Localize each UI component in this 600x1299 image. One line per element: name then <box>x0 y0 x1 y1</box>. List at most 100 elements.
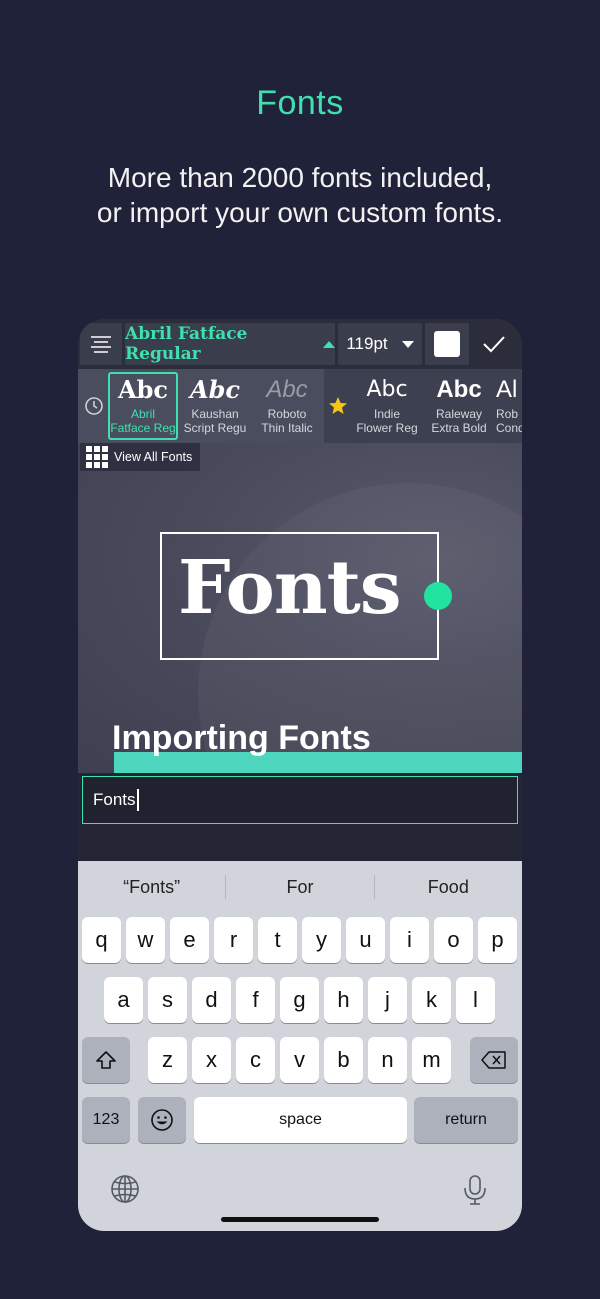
font-tile-name: Kaushan <box>191 407 239 421</box>
font-name-label: Abril Fatface Regular <box>125 324 248 364</box>
key[interactable]: m <box>412 1037 451 1083</box>
space-key[interactable]: space <box>194 1097 407 1143</box>
suggestion-item[interactable]: “Fonts” <box>78 877 225 898</box>
recent-fonts-group: Abc Abril Fatface Reg Abc Kaushan Script… <box>78 369 324 443</box>
key-row-2: a s d f g h j k l <box>78 977 522 1023</box>
key[interactable]: h <box>324 977 363 1023</box>
done-button[interactable] <box>472 323 516 365</box>
checkmark-icon <box>483 336 505 353</box>
font-tile-raleway[interactable]: Abc Raleway Extra Bold <box>424 372 494 440</box>
recent-clock-icon[interactable] <box>80 396 108 416</box>
font-tile-name: Fatface Reg <box>110 421 176 435</box>
font-tile-name: Thin Italic <box>261 421 313 435</box>
key-row-1: q w e r t y u i o p <box>78 917 522 963</box>
key-row-4: 123 space return <box>78 1097 522 1143</box>
key[interactable]: o <box>434 917 473 963</box>
font-size-button[interactable]: 119pt <box>338 323 422 365</box>
numbers-key[interactable]: 123 <box>82 1097 130 1143</box>
phone-screen: Abril Fatface Regular 119pt Abc Abril Fa… <box>78 319 522 1231</box>
font-tile-name: Abril <box>130 407 155 421</box>
font-tile-name: Indie <box>373 407 401 421</box>
key[interactable]: x <box>192 1037 231 1083</box>
font-tile-name: Raleway <box>435 407 483 421</box>
font-tile-indie-flower[interactable]: Abc Indie Flower Reg <box>352 372 422 440</box>
key[interactable]: e <box>170 917 209 963</box>
font-selector-button[interactable]: Abril Fatface Regular <box>125 323 335 365</box>
font-strip: Abc Abril Fatface Reg Abc Kaushan Script… <box>78 369 522 443</box>
key[interactable]: w <box>126 917 165 963</box>
key-row-3: z x c v b n m <box>78 1037 522 1083</box>
canvas-main-text[interactable]: Fonts <box>178 545 401 631</box>
favorites-star-icon[interactable] <box>324 396 352 416</box>
view-all-fonts-button[interactable]: View All Fonts <box>80 443 201 471</box>
font-sample: Abc <box>189 375 240 404</box>
key[interactable]: u <box>346 917 385 963</box>
shift-key[interactable] <box>82 1037 130 1083</box>
text-input-area: Fonts <box>78 773 522 861</box>
shift-icon <box>96 1051 116 1069</box>
microphone-icon[interactable] <box>462 1174 488 1211</box>
font-sample: Al <box>496 376 518 403</box>
emoji-icon <box>151 1109 173 1131</box>
font-tile-name: Rob <box>496 407 519 421</box>
font-tile-name: Script Regu <box>183 421 247 435</box>
font-tile-name: Flower Reg <box>356 421 418 435</box>
font-size-label: 119pt <box>346 334 388 353</box>
key[interactable]: g <box>280 977 319 1023</box>
importing-fonts-text[interactable]: Importing Fonts <box>112 719 371 758</box>
key[interactable]: f <box>236 977 275 1023</box>
promo-subtitle-line2: or import your own custom fonts. <box>96 197 504 228</box>
font-tile-roboto-thin[interactable]: Abc Roboto Thin Italic <box>252 372 322 440</box>
font-tile-name: Extra Bold <box>431 421 487 435</box>
home-indicator[interactable] <box>221 1217 379 1222</box>
key[interactable]: k <box>412 977 451 1023</box>
suggestion-bar: “Fonts” For Food <box>78 861 522 913</box>
text-input-value: Fonts <box>93 790 136 809</box>
suggestion-item[interactable]: Food <box>375 877 522 898</box>
font-tile-roboto-condensed[interactable]: Al Rob Cond <box>496 372 522 440</box>
emoji-key[interactable] <box>138 1097 186 1143</box>
key[interactable]: l <box>456 977 495 1023</box>
caret-down-icon <box>401 340 414 348</box>
key[interactable]: j <box>368 977 407 1023</box>
design-canvas[interactable]: Importing Fonts Fonts <box>78 443 522 773</box>
color-swatch <box>434 331 460 357</box>
key[interactable]: p <box>478 917 517 963</box>
font-tile-kaushan[interactable]: Abc Kaushan Script Regu <box>180 372 250 440</box>
key[interactable]: n <box>368 1037 407 1083</box>
font-sample: Abc <box>436 376 482 403</box>
promo-subtitle: More than 2000 fonts included, or import… <box>0 160 600 230</box>
font-sample: Abc <box>266 376 308 403</box>
resize-handle[interactable] <box>424 582 452 610</box>
key[interactable]: b <box>324 1037 363 1083</box>
backspace-key[interactable] <box>470 1037 518 1083</box>
grid-icon <box>86 446 108 468</box>
key[interactable]: r <box>214 917 253 963</box>
key[interactable]: a <box>104 977 143 1023</box>
font-tile-name: Roboto <box>267 407 307 421</box>
key[interactable]: i <box>390 917 429 963</box>
key[interactable]: t <box>258 917 297 963</box>
key[interactable]: d <box>192 977 231 1023</box>
globe-icon[interactable] <box>110 1174 140 1209</box>
key[interactable]: q <box>82 917 121 963</box>
text-input-field[interactable]: Fonts <box>82 776 518 824</box>
font-tile-abril[interactable]: Abc Abril Fatface Reg <box>108 372 178 440</box>
text-color-button[interactable] <box>425 323 469 365</box>
align-button[interactable] <box>80 323 122 365</box>
key[interactable]: z <box>148 1037 187 1083</box>
key[interactable]: y <box>302 917 341 963</box>
key[interactable]: s <box>148 977 187 1023</box>
view-all-label: View All Fonts <box>114 450 193 464</box>
text-cursor <box>136 789 139 811</box>
font-tile-name: Cond <box>496 421 522 435</box>
align-icon <box>91 336 111 353</box>
key[interactable]: v <box>280 1037 319 1083</box>
caret-up-icon <box>323 340 335 348</box>
backspace-icon <box>481 1051 506 1069</box>
key[interactable]: c <box>236 1037 275 1083</box>
return-key[interactable]: return <box>414 1097 518 1143</box>
keyboard: “Fonts” For Food q w e r t y u i o p a s… <box>78 861 522 1231</box>
text-toolbar: Abril Fatface Regular 119pt <box>78 319 522 369</box>
suggestion-item[interactable]: For <box>226 877 373 898</box>
